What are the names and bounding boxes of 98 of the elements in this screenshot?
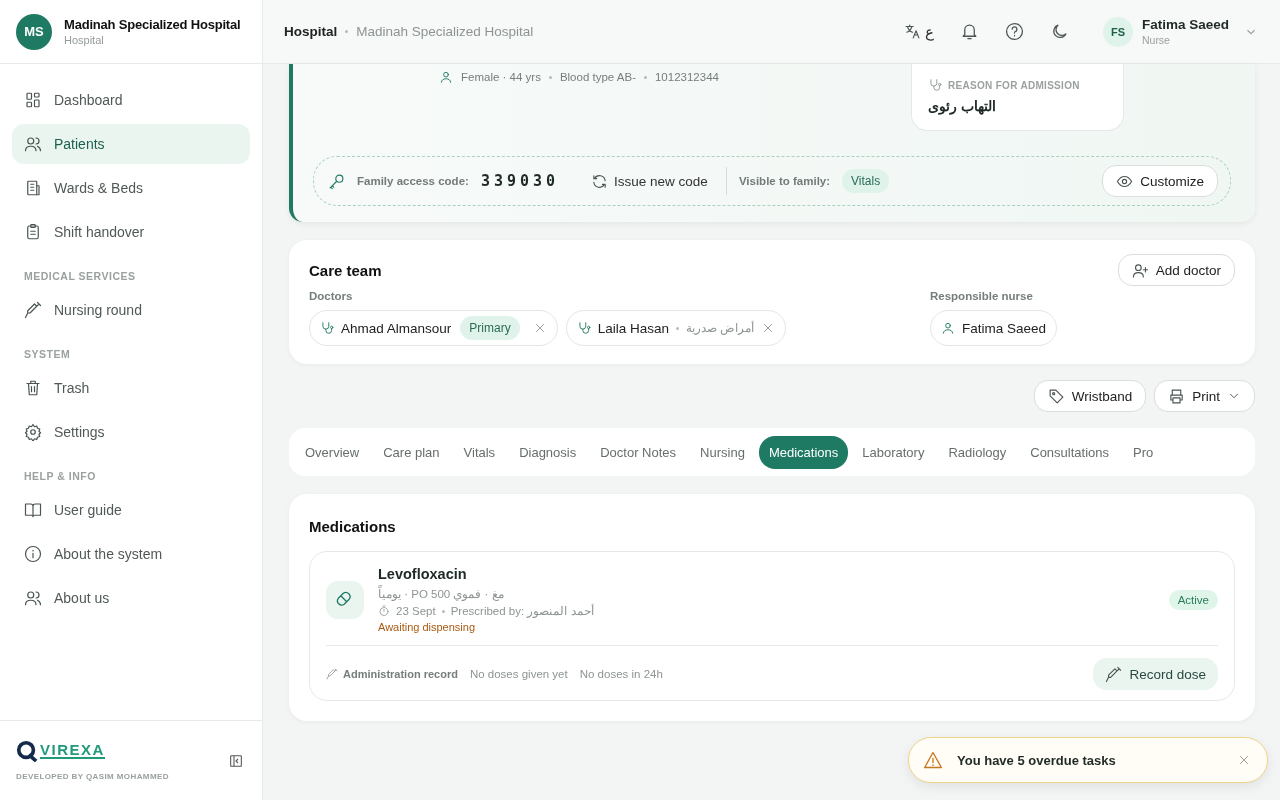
trash-icon — [24, 379, 42, 397]
family-code-label: Family access code: — [357, 175, 469, 187]
tab[interactable]: Doctor Notes — [590, 435, 687, 469]
sidebar-item[interactable]: Nursing round — [12, 290, 250, 330]
issue-code-button[interactable]: Issue new code — [585, 171, 714, 191]
section-heading: HELP & INFO — [23, 469, 97, 484]
access-code: 339030 — [480, 172, 560, 190]
tab[interactable]: Care plan — [373, 435, 450, 469]
section-heading: SYSTEM — [23, 347, 72, 362]
person-icon — [439, 70, 453, 84]
wristband-button[interactable]: Wristband — [1033, 380, 1147, 412]
info-icon — [24, 545, 42, 563]
nurse-label: Responsible nurse — [930, 290, 1033, 302]
syringe-icon — [326, 668, 338, 680]
settings-icon — [24, 423, 42, 441]
refresh-icon — [591, 172, 609, 190]
tab[interactable]: Laboratory — [852, 435, 935, 469]
sidebar-item[interactable]: About us — [12, 578, 250, 618]
stethoscope-icon — [928, 78, 942, 92]
patient-detail: Female · 44 yrs — [461, 71, 541, 83]
doctor-name: Ahmad Almansour — [341, 320, 452, 336]
help-icon[interactable] — [1004, 22, 1024, 41]
people-icon — [24, 589, 42, 607]
doctor-specialty: أمراض صدرية — [685, 321, 755, 335]
sidebar-item[interactable]: Wards & Beds — [12, 168, 250, 208]
add-person-icon — [1131, 261, 1149, 279]
hospital-name: Madinah Specialized Hospital — [64, 17, 241, 32]
user-avatar: FS — [1102, 16, 1133, 47]
toast-message: You have 5 overdue tasks — [957, 752, 1117, 768]
add-doctor-button[interactable]: Add doctor — [1117, 254, 1235, 286]
sidebar-item[interactable]: Trash — [12, 368, 250, 408]
building-icon — [24, 179, 42, 197]
reason-label: REASON FOR ADMISSION — [948, 79, 1080, 91]
customize-button[interactable]: Customize — [1102, 165, 1218, 197]
book-icon — [24, 501, 42, 519]
tab[interactable]: Vitals — [453, 435, 506, 469]
syringe-icon — [1105, 665, 1123, 683]
tab[interactable]: Nursing — [690, 435, 755, 469]
warning-icon — [923, 750, 943, 770]
breadcrumb-link[interactable]: Hospital — [284, 24, 338, 39]
collapse-sidebar-icon[interactable] — [228, 752, 244, 769]
medication-date: 23 Sept — [396, 605, 436, 617]
user-name[interactable]: Fatima Saeed — [1141, 17, 1229, 32]
printer-icon — [1168, 387, 1186, 405]
sidebar-item[interactable]: About the system — [12, 534, 250, 574]
status-tag: Active — [1168, 589, 1218, 610]
syringe-icon — [24, 301, 42, 319]
card-title: Care team — [309, 261, 382, 279]
tag-icon — [1047, 387, 1065, 405]
doses-given: No doses given yet — [469, 668, 568, 680]
close-icon[interactable] — [1237, 753, 1251, 767]
tab[interactable]: Medications — [758, 435, 849, 469]
print-button[interactable]: Print — [1154, 380, 1255, 412]
person-icon — [941, 321, 955, 335]
brand-name: VIREXA — [40, 743, 105, 759]
breadcrumb-current: Madinah Specialized Hospital — [356, 24, 534, 39]
visible-tag: Vitals — [842, 169, 890, 193]
sidebar-item[interactable]: Patients — [12, 124, 250, 164]
primary-tag: Primary — [460, 316, 520, 340]
sidebar-item[interactable]: Shift handover — [12, 212, 250, 252]
administration-label: Administration record — [343, 668, 458, 680]
doctors-label: Doctors — [309, 290, 354, 302]
stethoscope-icon — [320, 321, 334, 335]
tab[interactable]: Consultations — [1020, 435, 1120, 469]
doses-24h: No doses in 24h — [579, 668, 663, 680]
prescriber: Prescribed by: أحمد المنصور — [450, 604, 594, 618]
developer-credit: DEVELOPED BY QASIM MOHAMMED — [16, 772, 169, 781]
nurse-name: Fatima Saeed — [962, 320, 1047, 336]
record-dose-button[interactable]: Record dose — [1093, 658, 1218, 690]
user-role: Nurse — [1141, 34, 1171, 46]
hospital-subtitle: Hospital — [64, 34, 105, 46]
sidebar-item[interactable]: Settings — [12, 412, 250, 452]
section-heading: MEDICAL SERVICES — [23, 269, 137, 284]
patient-detail: Blood type AB- — [559, 71, 636, 83]
doctor-name: Laila Hasan — [597, 320, 669, 336]
tab[interactable]: Pro — [1123, 435, 1156, 469]
stethoscope-icon — [576, 321, 591, 335]
dispensing-status: Awaiting dispensing — [378, 621, 477, 633]
people-icon — [24, 135, 42, 153]
patient-detail: 1012312344 — [654, 71, 719, 83]
sidebar-item[interactable]: Dashboard — [12, 80, 250, 120]
translate-icon — [903, 23, 921, 40]
medication-dose: يومياً · PO مغ · فموي 500 — [378, 587, 594, 601]
reason-value: التهاب رئوى — [928, 98, 996, 114]
card-title: Medications — [309, 518, 397, 535]
sidebar-item[interactable]: User guide — [12, 490, 250, 530]
hospital-avatar: MS — [16, 13, 52, 50]
tab[interactable]: Overview — [295, 435, 370, 469]
tab[interactable]: Diagnosis — [509, 435, 587, 469]
key-icon — [328, 172, 345, 190]
tab[interactable]: Radiology — [938, 435, 1017, 469]
medication-name: Levofloxacin — [378, 566, 468, 582]
clipboard-icon — [24, 223, 42, 241]
visible-label: Visible to family: — [738, 175, 831, 187]
language-button[interactable]: ع — [903, 22, 934, 41]
logo-mark-icon — [16, 740, 38, 762]
timer-icon — [378, 605, 390, 617]
dashboard-icon — [24, 91, 42, 109]
